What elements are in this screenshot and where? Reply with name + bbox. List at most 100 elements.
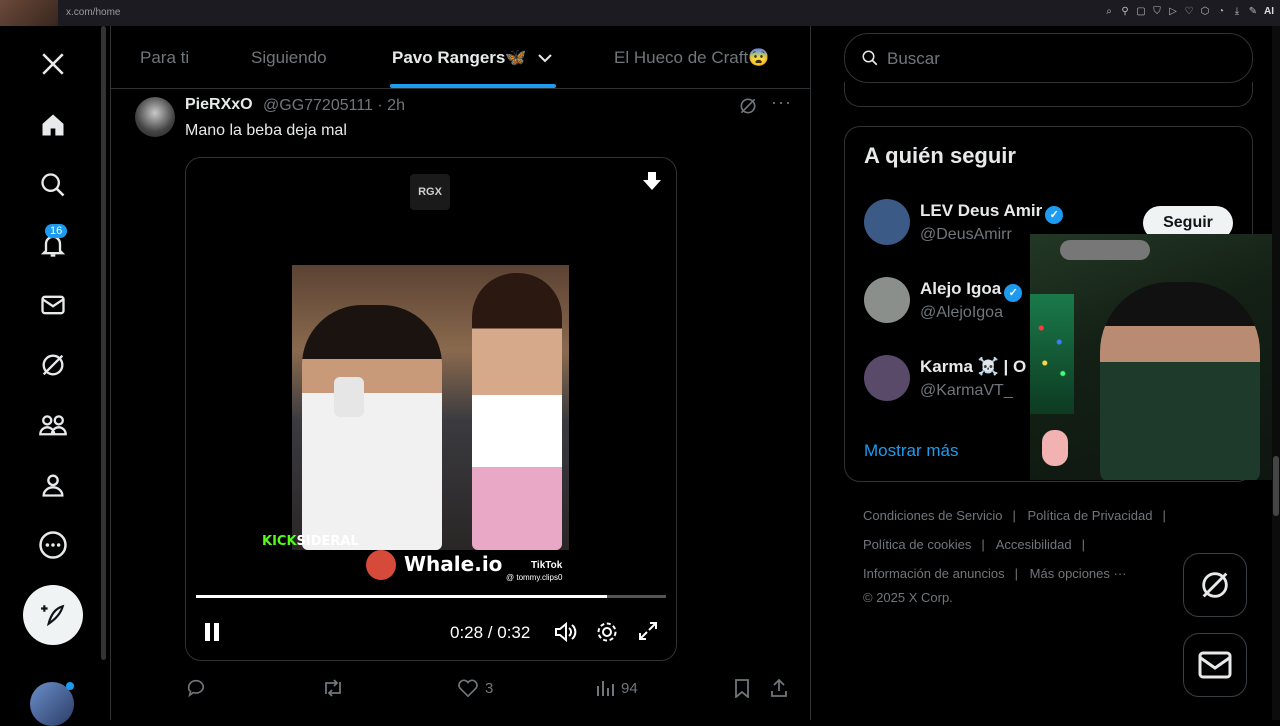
chevron-down-icon[interactable] [537,50,553,71]
like-button[interactable]: 3 [457,678,493,698]
profile-icon[interactable] [37,469,69,501]
suggestion-name[interactable]: Karma ☠️ | O [920,357,1026,376]
ai-button[interactable]: AI [1264,6,1274,18]
post-actions: 3 94 [185,678,805,702]
pin-icon[interactable]: ⚲ [1120,6,1130,18]
video-phone [334,377,364,417]
notifications-badge: 16 [45,224,68,238]
communities-icon[interactable] [37,409,69,441]
favorites-icon[interactable]: ♡ [1184,6,1194,18]
tiktok-watermark: TikTok [531,560,563,571]
shield-icon[interactable]: ⛉ [1152,6,1162,18]
x-logo-icon[interactable] [37,48,69,80]
previous-card-edge [844,82,1253,107]
grok-icon[interactable] [37,349,69,381]
page-scrollbar-thumb[interactable] [1273,456,1279,516]
reading-list-icon[interactable]: ▢ [1136,6,1146,18]
post-author-handle[interactable]: @GG77205111 · 2h [263,97,405,115]
post-more-icon[interactable]: ··· [771,92,792,113]
footer-row-3: Información de anuncios | Más opciones ··… [863,566,1127,581]
extensions-icon[interactable]: ⬡ [1200,6,1210,18]
page-scrollbar[interactable] [1272,26,1280,720]
nav-scrollbar[interactable] [101,26,106,660]
active-tab-indicator [390,84,556,88]
footer-link-cookies[interactable]: Política de cookies [863,537,971,552]
suggestion-name[interactable]: Alejo Igoa [920,279,1001,298]
edit-icon[interactable]: ✎ [1248,6,1258,18]
video-progress-fill [196,595,608,598]
video-frame[interactable] [292,265,569,550]
video-time: 0:28 / 0:32 [450,623,531,642]
kick-watermark: KICKSIDERAL [262,534,359,549]
avatar[interactable] [864,199,910,245]
rgx-logo: RGX [410,174,450,210]
repost-icon [325,679,341,697]
pig-sticker [1042,430,1068,466]
post-author-avatar[interactable] [135,97,175,137]
envelope-icon [1198,651,1232,679]
timeline: Para ti Siguiendo Pavo Rangers🦋 El Hueco… [110,26,811,720]
more-options-icon[interactable] [37,529,69,561]
compose-post-button[interactable] [23,585,83,645]
footer-link-ads-info[interactable]: Información de anuncios [863,566,1005,581]
messages-floating-button[interactable] [1183,633,1247,697]
explore-search-icon[interactable] [37,169,69,201]
reply-button[interactable] [185,678,207,698]
like-count: 3 [485,679,494,697]
address-bar[interactable]: x.com/home [66,7,120,18]
suggestion-name[interactable]: LEV Deus Amir [920,201,1042,220]
search-input[interactable] [885,47,1229,71]
download-arrow-icon[interactable] [642,170,662,197]
tab-para-ti[interactable]: Para ti [140,48,189,68]
home-icon[interactable] [37,109,69,141]
views-button[interactable]: 94 [595,678,638,698]
footer-copyright: © 2025 X Corp. [863,590,953,605]
fullscreen-icon[interactable] [638,621,658,646]
post-text: Mano la beba deja mal [185,122,347,139]
browser-extension-icons: ⌕ ⚲ ▢ ⛉ ▷ ♡ ⬡ ◔ ⤓ ✎ AI [1104,6,1274,18]
volume-icon[interactable] [554,621,578,648]
search-box[interactable] [844,33,1253,83]
whale-logo-icon [366,550,396,580]
suggestion-handle: @DeusAmirr [920,226,1012,243]
download-icon[interactable]: ⤓ [1232,6,1242,18]
footer-row-2: Política de cookies | Accesibilidad | [863,537,1085,552]
video-progress-bar[interactable] [196,595,666,598]
footer-link-more-options[interactable]: Más opciones ··· [1030,566,1127,581]
avatar[interactable] [864,277,910,323]
avatar[interactable] [864,355,910,401]
play-icon[interactable]: ▷ [1168,6,1178,18]
settings-gear-icon[interactable] [596,621,618,648]
pause-icon[interactable] [202,621,222,648]
footer-row-1: Condiciones de Servicio | Política de Pri… [863,508,1166,523]
video-player[interactable]: RGX KICKSIDERAL Whale.io TikTok @ tommy.… [185,157,677,661]
suggestion-handle: @AlejoIgoa [920,304,1003,321]
suggestion-handle: @KarmaVT_ [920,382,1013,399]
zoom-icon[interactable]: ⌕ [1104,6,1114,18]
history-icon[interactable]: ◔ [1216,6,1226,18]
account-avatar[interactable] [30,682,74,726]
timeline-tabs: Para ti Siguiendo Pavo Rangers🦋 El Hueco… [111,26,810,89]
post-author-name[interactable]: PieRXxO [185,96,253,114]
repost-button[interactable] [321,678,345,698]
grok-explain-icon[interactable] [738,96,758,121]
share-button[interactable] [769,678,789,698]
footer-link-accessibility[interactable]: Accesibilidad [996,537,1072,552]
footer-link-terms[interactable]: Condiciones de Servicio [863,508,1002,523]
footer-link-privacy[interactable]: Política de Privacidad [1027,508,1152,523]
share-icon [771,678,787,697]
verified-badge-icon: ✓ [1004,284,1023,302]
online-dot [66,682,74,690]
show-more-link[interactable]: Mostrar más [864,441,958,461]
tiktok-username: @ tommy.clips0 [506,573,563,582]
messages-envelope-icon[interactable] [37,289,69,321]
tab-siguiendo[interactable]: Siguiendo [251,48,327,68]
tab-el-hueco-de-craft[interactable]: El Hueco de Craft😨 [614,48,769,68]
bookmark-icon [735,679,749,698]
verified-badge-icon: ✓ [1045,206,1064,224]
feather-plus-icon [41,604,65,627]
search-icon [861,49,879,72]
bookmark-button[interactable] [733,678,751,698]
grok-floating-button[interactable] [1183,553,1247,617]
tab-pavo-rangers[interactable]: Pavo Rangers🦋 [392,48,527,68]
